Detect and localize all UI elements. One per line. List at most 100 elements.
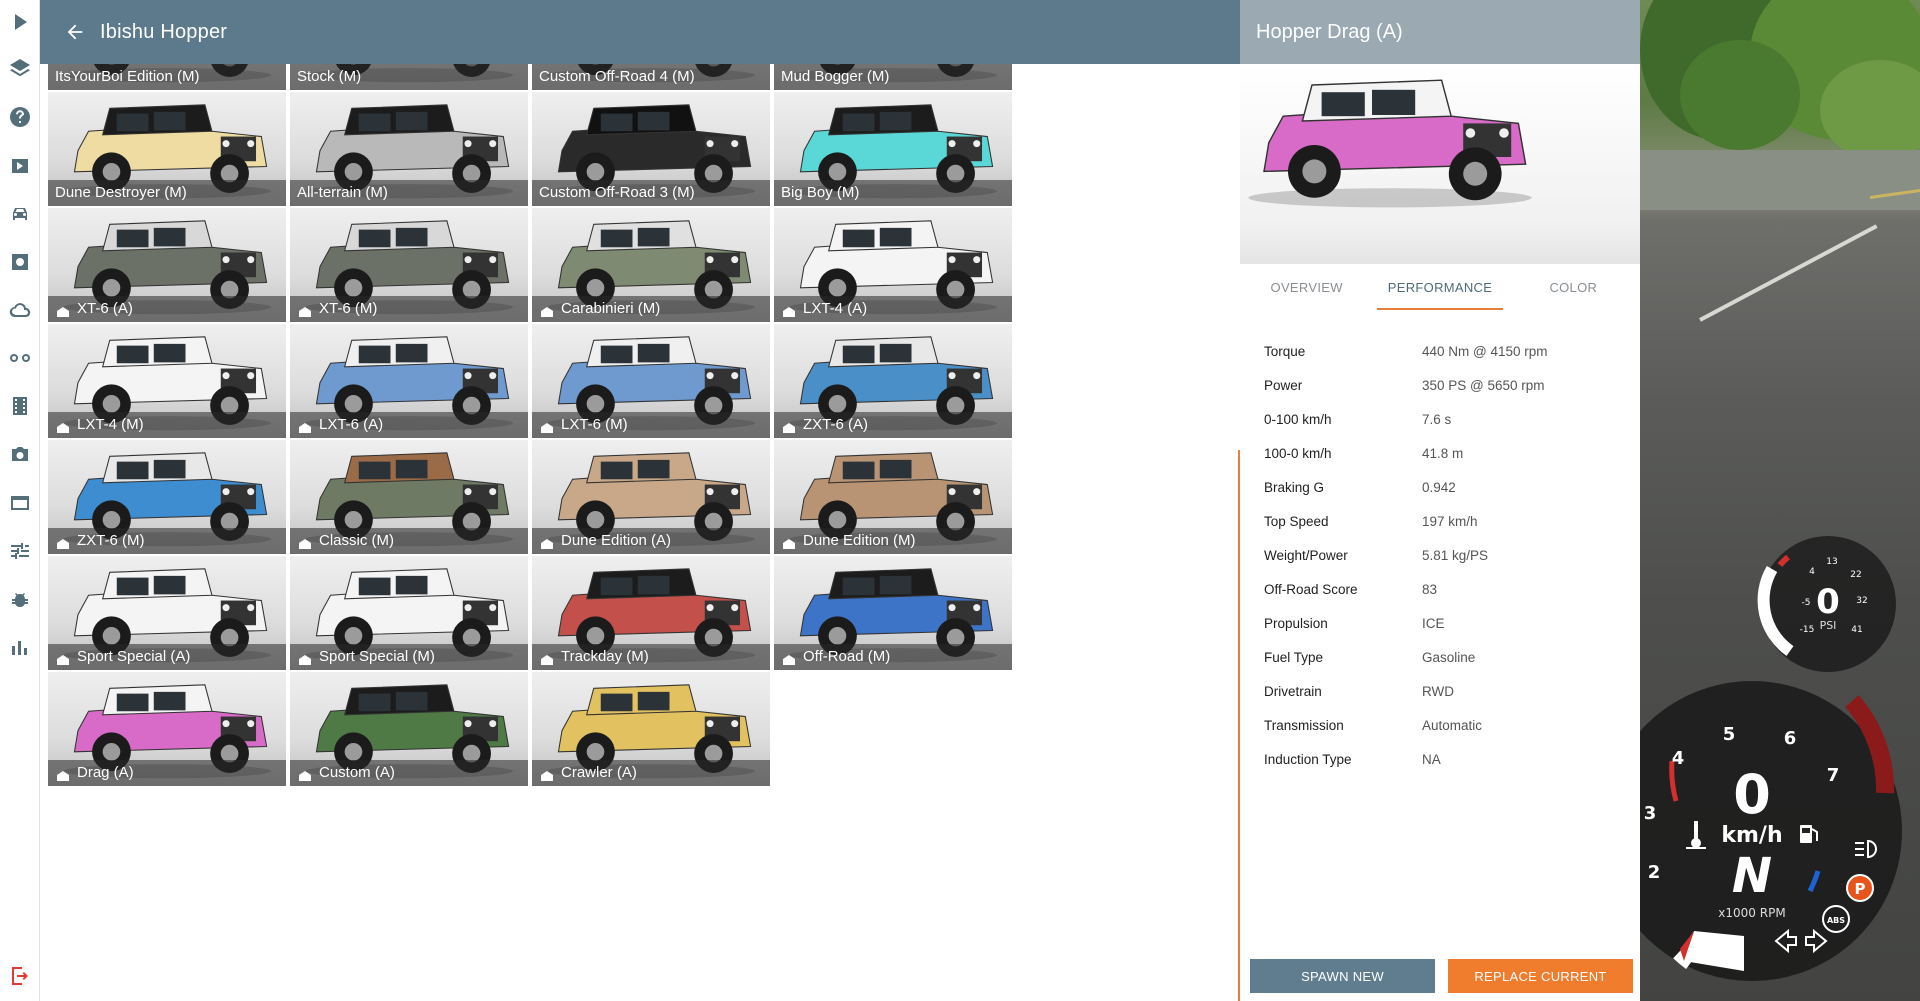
config-tile[interactable]: LXT-6 (M) — [532, 324, 770, 438]
config-tile[interactable]: ItsYourBoi Edition (M) — [48, 64, 286, 90]
settings-sliders-icon[interactable] — [6, 537, 34, 565]
debug-bug-icon[interactable] — [6, 585, 34, 613]
config-tile[interactable]: Dune Edition (M) — [774, 440, 1012, 554]
tile-label-text: XT-6 (A) — [77, 300, 133, 317]
config-tile[interactable]: XT-6 (A) — [48, 208, 286, 322]
config-tile[interactable]: LXT-4 (A) — [774, 208, 1012, 322]
tile-label-text: LXT-4 (A) — [803, 300, 868, 317]
tile-label: Drag (A) — [48, 760, 286, 786]
stat-label: Braking G — [1264, 479, 1325, 495]
config-tile[interactable]: Dune Destroyer (M) — [48, 92, 286, 206]
details-title: Hopper Drag (A) — [1240, 0, 1640, 64]
stat-value: 0.942 — [1422, 479, 1456, 495]
config-tile[interactable]: ZXT-6 (M) — [48, 440, 286, 554]
stat-label: Fuel Type — [1264, 649, 1324, 665]
dashboard-hud: 0 PSI -15 -5 4 13 22 32 41 1 2 3 4 5 6 7… — [1640, 536, 1902, 981]
stat-value: NA — [1422, 751, 1441, 767]
tile-label: Dune Edition (A) — [532, 528, 770, 554]
tile-label: Carabinieri (M) — [532, 296, 770, 322]
tile-label: Off-Road (M) — [774, 644, 1012, 670]
stat-label: Torque — [1264, 343, 1306, 359]
tile-label-text: Trackday (M) — [561, 648, 649, 665]
boost-tick: 41 — [1851, 625, 1862, 635]
config-tile[interactable]: Drag (A) — [48, 672, 286, 786]
preview-car — [1248, 79, 1532, 208]
layers-icon[interactable] — [6, 54, 34, 82]
config-tile[interactable]: XT-6 (M) — [290, 208, 528, 322]
tile-label-text: Custom Off-Road 3 (M) — [539, 184, 695, 201]
back-arrow-icon[interactable] — [64, 21, 86, 43]
config-tile[interactable]: LXT-6 (A) — [290, 324, 528, 438]
track-builder-icon[interactable] — [6, 344, 34, 372]
stat-label: Propulsion — [1264, 615, 1328, 631]
exit-icon[interactable] — [6, 962, 34, 990]
config-tile[interactable]: Classic (M) — [290, 440, 528, 554]
scenario-icon[interactable] — [6, 152, 34, 180]
tab-color[interactable]: COLOR — [1507, 268, 1640, 312]
spawn-new-button[interactable]: SPAWN NEW — [1250, 959, 1435, 993]
config-tile[interactable]: Carabinieri (M) — [532, 208, 770, 322]
tile-label-text: LXT-4 (M) — [77, 416, 144, 433]
tile-label-text: LXT-6 (A) — [319, 416, 384, 433]
rpm-tick: 7 — [1827, 765, 1840, 786]
tile-label-text: Sport Special (A) — [77, 648, 191, 665]
play-icon[interactable] — [6, 8, 34, 36]
config-type-icon — [55, 418, 71, 433]
cloud-icon[interactable] — [6, 297, 34, 325]
config-type-icon — [781, 418, 797, 433]
vehicle-icon[interactable] — [6, 200, 34, 228]
config-tile[interactable]: Mud Bogger (M) — [774, 64, 1012, 90]
vehicle-config-icon[interactable] — [6, 248, 34, 276]
stat-value: 440 Nm @ 4150 rpm — [1422, 343, 1548, 359]
stat-value: 41.8 m — [1422, 445, 1464, 461]
config-tile[interactable]: Stock (M) — [290, 64, 528, 90]
stat-label: Drivetrain — [1264, 683, 1322, 699]
config-type-icon — [297, 534, 313, 549]
tab-overview[interactable]: OVERVIEW — [1240, 268, 1373, 312]
config-type-icon — [539, 418, 555, 433]
tile-label-text: All-terrain (M) — [297, 184, 388, 201]
stats-chart-icon[interactable] — [6, 633, 34, 661]
stat-value: 197 km/h — [1422, 513, 1478, 529]
performance-row: Propulsion ICE — [1264, 606, 1624, 640]
vehicle-details-panel: Hopper Drag (A) OVERVIEW PERFORMANCE COL… — [1240, 0, 1640, 1001]
config-type-icon — [539, 534, 555, 549]
boost-tick: 32 — [1856, 596, 1867, 606]
replace-current-button[interactable]: REPLACE CURRENT — [1448, 959, 1633, 993]
help-icon[interactable] — [6, 103, 34, 131]
tab-performance[interactable]: PERFORMANCE — [1373, 268, 1506, 312]
stat-label: Top Speed — [1264, 513, 1329, 529]
photo-mode-icon[interactable] — [6, 440, 34, 468]
config-tile[interactable]: ZXT-6 (A) — [774, 324, 1012, 438]
config-tile[interactable]: Custom (A) — [290, 672, 528, 786]
performance-row: Power 350 PS @ 5650 rpm — [1264, 368, 1624, 402]
config-tile[interactable]: Dune Edition (A) — [532, 440, 770, 554]
parking-label: P — [1855, 880, 1866, 898]
boost-tick: 13 — [1826, 557, 1837, 567]
stat-label: 100-0 km/h — [1264, 445, 1332, 461]
config-tile[interactable]: Sport Special (M) — [290, 556, 528, 670]
config-tile[interactable]: Big Boy (M) — [774, 92, 1012, 206]
config-tile[interactable]: All-terrain (M) — [290, 92, 528, 206]
config-tile[interactable]: Sport Special (A) — [48, 556, 286, 670]
tile-label-text: Off-Road (M) — [803, 648, 891, 665]
config-tile[interactable]: LXT-4 (M) — [48, 324, 286, 438]
tile-label: Dune Destroyer (M) — [48, 180, 286, 206]
tile-label-text: Classic (M) — [319, 532, 394, 549]
tile-label: Mud Bogger (M) — [774, 64, 1012, 90]
replay-film-icon[interactable] — [6, 392, 34, 420]
config-tile[interactable]: Custom Off-Road 3 (M) — [532, 92, 770, 206]
config-tile[interactable]: Trackday (M) — [532, 556, 770, 670]
config-tile[interactable]: Custom Off-Road 4 (M) — [532, 64, 770, 90]
tile-label: ZXT-6 (M) — [48, 528, 286, 554]
config-type-icon — [55, 650, 71, 665]
config-tile[interactable]: Crawler (A) — [532, 672, 770, 786]
stat-value: 7.6 s — [1422, 411, 1452, 427]
tile-label-text: Mud Bogger (M) — [781, 68, 890, 85]
tile-label-text: Crawler (A) — [561, 764, 637, 781]
tile-label-text: Big Boy (M) — [781, 184, 860, 201]
performance-row: 100-0 km/h 41.8 m — [1264, 436, 1624, 470]
config-tile[interactable]: Off-Road (M) — [774, 556, 1012, 670]
ui-apps-icon[interactable] — [6, 489, 34, 517]
config-type-icon — [297, 766, 313, 781]
